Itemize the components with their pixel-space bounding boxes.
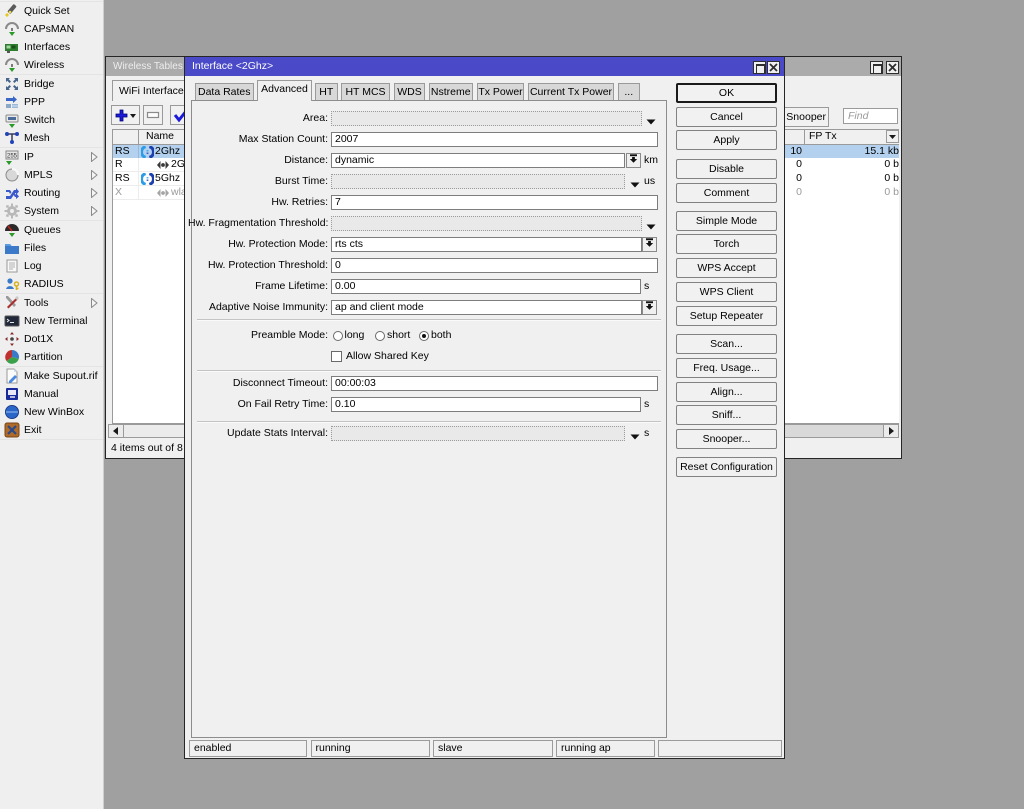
- svg-text:255: 255: [7, 154, 18, 160]
